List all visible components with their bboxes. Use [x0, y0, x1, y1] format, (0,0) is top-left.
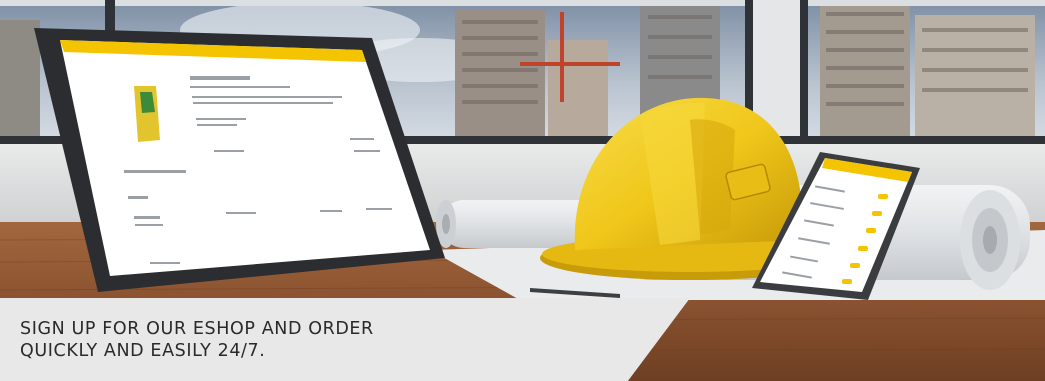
caption-line-1: SIGN UP FOR OUR ESHOP AND ORDER [20, 319, 374, 339]
eshop-promo-banner[interactable]: SIGN UP FOR OUR ESHOP AND ORDER QUICKLY … [0, 0, 1045, 381]
caption-line-2: QUICKLY AND EASILY 24/7. [20, 341, 266, 361]
promo-caption[interactable]: SIGN UP FOR OUR ESHOP AND ORDER QUICKLY … [20, 318, 540, 362]
